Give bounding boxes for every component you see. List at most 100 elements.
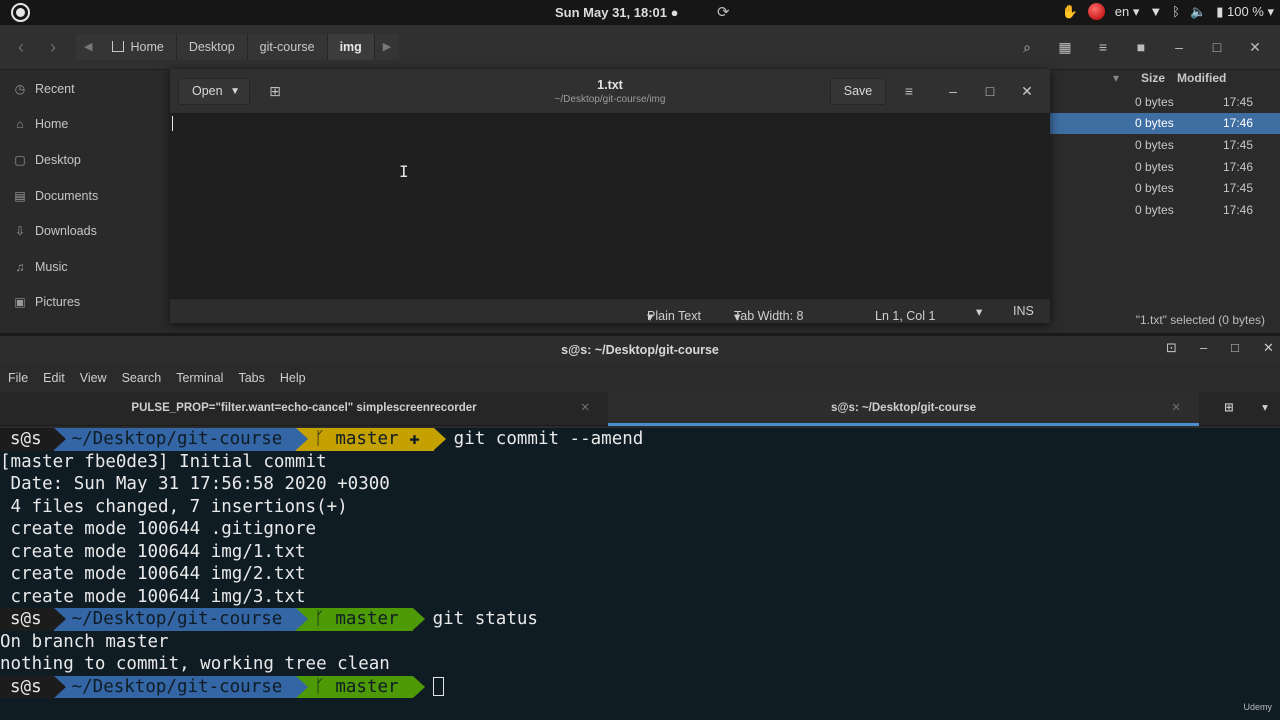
document-icon: ▤ <box>14 188 26 203</box>
breadcrumb-right-arrow[interactable]: ▶ <box>374 34 400 60</box>
editor-header: Open ▼ ⊞ 1.txt ~/Desktop/git-course/img S… <box>170 69 1050 114</box>
table-row-selected[interactable]: 0 bytes 17:46 <box>1050 112 1280 135</box>
minimize-button[interactable]: – <box>943 81 963 101</box>
size-column-header[interactable]: ▾ Size <box>1050 71 1185 91</box>
menu-terminal[interactable]: Terminal <box>176 371 223 385</box>
window-icon[interactable]: ■ <box>1126 34 1156 60</box>
close-button[interactable]: ✕ <box>1240 34 1270 60</box>
bluetooth-icon[interactable]: ᛒ <box>1172 4 1180 19</box>
breadcrumb-desktop[interactable]: Desktop <box>176 34 248 60</box>
chevron-down-icon[interactable]: ▾ <box>976 304 982 319</box>
terminal-output[interactable]: s@s ~/Desktop/git-course ᚴ master ✚ git … <box>0 428 1280 720</box>
insert-mode: INS <box>1013 304 1034 318</box>
sidebar-item-desktop[interactable]: ▢ Desktop <box>0 142 170 178</box>
sidebar-item-music[interactable]: ♫ Music <box>0 249 170 285</box>
prompt-path: ~/Desktop/git-course <box>53 428 309 451</box>
record-icon[interactable] <box>1087 3 1105 20</box>
file-list-header: ▾ Size Modified <box>1050 71 1280 91</box>
places-sidebar: ◷ Recent ⌂ Home ▢ Desktop ▤ Documents ⇩ Downl… <box>0 71 170 333</box>
maximize-button[interactable]: □ <box>1231 340 1239 355</box>
selection-status: "1.txt" selected (0 bytes) <box>1135 313 1265 327</box>
hand-icon[interactable]: ✋ <box>1062 4 1078 20</box>
command-text: git commit --amend <box>453 429 644 449</box>
close-icon[interactable]: ✕ <box>1171 392 1181 424</box>
breadcrumb-git-course[interactable]: git-course <box>247 34 328 60</box>
ibeam-cursor-icon: I <box>399 162 409 181</box>
maximize-button[interactable]: □ <box>1202 34 1232 60</box>
breadcrumb-img[interactable]: img <box>327 34 375 60</box>
close-button[interactable]: ✕ <box>1263 340 1274 356</box>
table-row[interactable]: 0 bytes 17:45 <box>1050 177 1280 199</box>
forward-button[interactable]: › <box>38 34 68 60</box>
search-icon[interactable]: ⌕ <box>1012 34 1042 60</box>
battery-indicator[interactable]: ▮ 100 % ▾ <box>1216 4 1274 20</box>
output-line: create mode 100644 .gitignore <box>0 519 317 539</box>
menu-view[interactable]: View <box>80 371 107 385</box>
breadcrumb-home[interactable]: Home <box>100 34 177 60</box>
file-manager-header: ‹ › ◀ Home Desktop git-course img ▶ ⌕ ▦ … <box>0 25 1280 70</box>
editor-statusbar: Plain Text ▾ Tab Width: 8 ▾ Ln 1, Col 1 … <box>170 298 1050 324</box>
prompt-branch: ᚴ master <box>296 608 425 631</box>
desktop-icon: ▢ <box>14 152 26 167</box>
prompt-line: s@s ~/Desktop/git-course ᚴ master <box>0 675 1280 698</box>
tab-git-course[interactable]: s@s: ~/Desktop/git-course ✕ <box>608 392 1199 426</box>
save-button[interactable]: Save <box>830 78 886 105</box>
prompt-user: s@s <box>0 428 66 451</box>
picture-icon: ▣ <box>14 295 26 310</box>
minimize-button[interactable]: – <box>1164 34 1194 60</box>
language-indicator[interactable]: en ▾ <box>1115 4 1140 20</box>
system-tray: ✋ en ▾ ▼ ᛒ 🔈 ▮ 100 % ▾ <box>1062 3 1274 20</box>
sidebar-item-documents[interactable]: ▤ Documents <box>0 178 170 214</box>
output-line: create mode 100644 img/1.txt <box>0 541 306 562</box>
clock[interactable]: Sun May 31, 18:01 ● <box>555 5 678 20</box>
terminal-cursor <box>432 677 444 697</box>
breadcrumb-left-arrow[interactable]: ◀ <box>76 34 101 60</box>
home-icon: ⌂ <box>16 117 24 132</box>
chevron-down-icon: ▾ <box>734 310 741 324</box>
home-icon <box>112 41 125 52</box>
text-area[interactable]: I <box>170 114 1050 298</box>
close-icon[interactable]: ✕ <box>580 392 590 424</box>
sidebar-item-pictures[interactable]: ▣ Pictures <box>0 285 170 321</box>
minimize-button[interactable]: – <box>1200 340 1207 355</box>
volume-icon[interactable]: 🔈 <box>1190 4 1206 20</box>
terminal-tabs: PULSE_PROP="filter.want=echo-cancel" sim… <box>0 392 1280 426</box>
output-line: 4 files changed, 7 insertions(+) <box>0 496 348 517</box>
sidebar-item-recent[interactable]: ◷ Recent <box>0 71 170 107</box>
back-button[interactable]: ‹ <box>6 34 36 60</box>
table-row[interactable]: 0 bytes 17:46 <box>1050 156 1280 178</box>
tab-screenrecorder[interactable]: PULSE_PROP="filter.want=echo-cancel" sim… <box>0 392 608 426</box>
breadcrumb: ◀ Home Desktop git-course img ▶ <box>76 34 400 60</box>
menu-icon[interactable]: ≡ <box>894 78 924 105</box>
terminal-icon[interactable]: ⊡ <box>1166 340 1177 356</box>
new-tab-icon[interactable]: ⊞ <box>1212 392 1246 426</box>
tabs-dropdown-icon[interactable]: ▾ <box>1252 392 1278 426</box>
modified-column-header[interactable]: Modified <box>1177 71 1272 91</box>
menu-search[interactable]: Search <box>122 371 162 385</box>
top-bar: Sun May 31, 18:01 ● ⟳ ✋ en ▾ ▼ ᛒ 🔈 ▮ 100… <box>0 0 1280 25</box>
prompt-user: s@s <box>0 675 66 698</box>
table-row[interactable]: 0 bytes 17:45 <box>1050 91 1280 113</box>
menu-icon[interactable]: ≡ <box>1088 34 1118 60</box>
output-line: create mode 100644 img/3.txt <box>0 586 306 607</box>
prompt-user: s@s <box>0 608 66 631</box>
menu-help[interactable]: Help <box>280 371 306 385</box>
maximize-button[interactable]: □ <box>980 81 1000 101</box>
output-line: On branch master <box>0 631 169 652</box>
terminal-menubar: File Edit View Search Terminal Tabs Help <box>0 364 1280 392</box>
table-row[interactable]: 0 bytes 17:46 <box>1050 199 1280 221</box>
grid-view-icon[interactable]: ▦ <box>1050 34 1080 60</box>
activities-icon[interactable] <box>11 3 30 22</box>
close-button[interactable]: ✕ <box>1017 81 1037 101</box>
menu-file[interactable]: File <box>8 371 28 385</box>
refresh-icon[interactable]: ⟳ <box>717 3 730 21</box>
menu-edit[interactable]: Edit <box>43 371 65 385</box>
table-row[interactable]: 0 bytes 17:45 <box>1050 134 1280 156</box>
terminal-window: s@s: ~/Desktop/git-course ⊡ – □ ✕ File E… <box>0 336 1280 720</box>
sidebar-item-downloads[interactable]: ⇩ Downloads <box>0 213 170 249</box>
sidebar-item-home[interactable]: ⌂ Home <box>0 107 170 143</box>
menu-tabs[interactable]: Tabs <box>238 371 264 385</box>
sort-arrow-icon[interactable]: ▾ <box>1113 71 1119 85</box>
output-line: [master fbe0de3] Initial commit <box>0 451 327 472</box>
wifi-icon[interactable]: ▼ <box>1149 4 1162 19</box>
